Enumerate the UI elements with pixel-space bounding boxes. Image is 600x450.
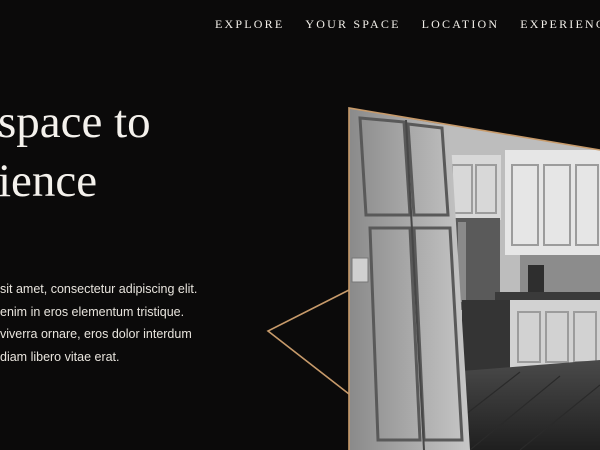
hero-image-frame: [266, 107, 600, 450]
kitchen-photo: [349, 108, 600, 450]
accent-chevron: [266, 289, 350, 395]
